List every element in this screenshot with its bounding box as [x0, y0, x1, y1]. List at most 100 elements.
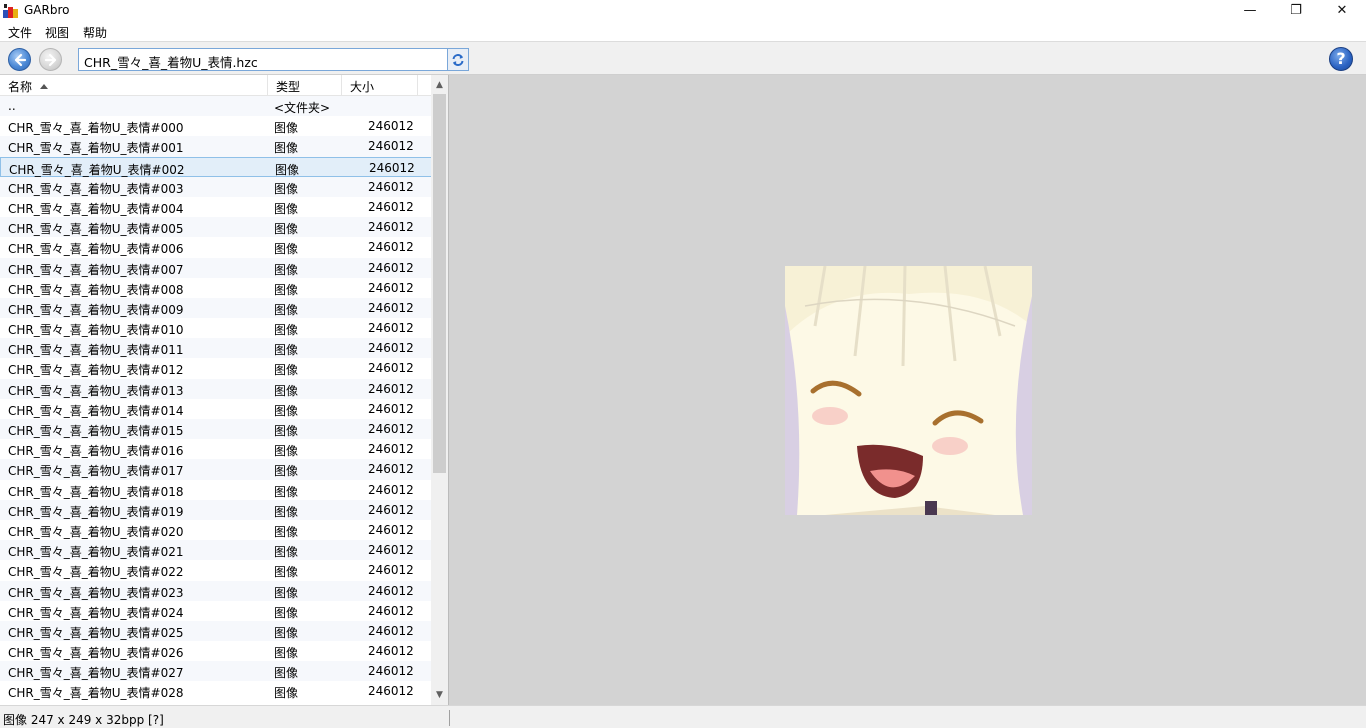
list-header: 名称 类型 大小	[0, 75, 432, 96]
row-size: 246012	[368, 603, 414, 618]
table-row[interactable]: CHR_雪々_喜_着物U_表情#011 图像 246012	[0, 338, 432, 359]
table-row[interactable]: CHR_雪々_喜_着物U_表情#016 图像 246012	[0, 439, 432, 459]
table-row[interactable]: CHR_雪々_喜_着物U_表情#009 图像 246012	[0, 297, 432, 319]
row-type: 图像	[274, 323, 299, 338]
menu-view[interactable]: 视图	[45, 24, 69, 41]
table-row[interactable]: CHR_雪々_喜_着物U_表情#005 图像 246012	[0, 217, 432, 238]
table-row[interactable]: CHR_雪々_喜_着物U_表情#010 图像 246012	[0, 318, 432, 338]
row-type: 图像	[274, 565, 299, 580]
table-row[interactable]: CHR_雪々_喜_着物U_表情#028 图像 246012	[0, 681, 432, 701]
column-header-name[interactable]: 名称	[0, 75, 268, 96]
row-type: 图像	[274, 424, 299, 438]
row-type: 图像	[274, 343, 299, 358]
window-title: GARbro	[24, 3, 70, 17]
table-row[interactable]: CHR_雪々_喜_着物U_表情#003 图像 246012	[0, 176, 432, 197]
help-button[interactable]: ?	[1329, 47, 1353, 71]
table-row[interactable]: CHR_雪々_喜_着物U_表情#020 图像 246012	[0, 520, 432, 540]
table-row[interactable]: CHR_雪々_喜_着物U_表情#000 图像 246012	[0, 116, 432, 136]
row-size: 246012	[368, 462, 414, 477]
row-name: CHR_雪々_喜_着物U_表情#004	[8, 201, 184, 216]
row-size: 246012	[368, 522, 414, 537]
row-size: 246012	[368, 623, 414, 638]
sort-ascending-icon	[40, 84, 49, 89]
row-name: CHR_雪々_喜_着物U_表情#015	[8, 424, 184, 438]
row-name: CHR_雪々_喜_着物U_表情#010	[8, 323, 184, 338]
file-list: 名称 类型 大小 .. <文件夹> CHR_雪々_喜_着物U_表情#000 图像 2…	[0, 75, 448, 705]
refresh-button[interactable]	[447, 48, 469, 71]
row-name: CHR_雪々_喜_着物U_表情#014	[8, 403, 184, 418]
menu-file[interactable]: 文件	[8, 24, 32, 41]
row-size: 246012	[368, 240, 414, 255]
scrollbar-thumb[interactable]	[433, 94, 446, 473]
table-row[interactable]: CHR_雪々_喜_着物U_表情#019 图像 246012	[0, 499, 432, 520]
row-type: 图像	[274, 181, 299, 196]
row-type: 图像	[274, 222, 299, 237]
table-row[interactable]: CHR_雪々_喜_着物U_表情#008 图像 246012	[0, 278, 432, 298]
path-input[interactable]: CHR_雪々_喜_着物U_表情.hzc	[78, 48, 448, 71]
table-row[interactable]: CHR_雪々_喜_着物U_表情#013 图像 246012	[0, 378, 432, 399]
row-type: 图像	[274, 403, 299, 418]
vertical-scrollbar[interactable]: ▲ ▼	[431, 75, 448, 705]
table-row[interactable]: CHR_雪々_喜_着物U_表情#023 图像 246012	[0, 580, 432, 601]
column-header-size[interactable]: 大小	[342, 75, 418, 96]
forward-button[interactable]	[39, 48, 62, 71]
row-size: 246012	[368, 502, 414, 517]
back-button[interactable]	[8, 48, 31, 71]
row-name: CHR_雪々_喜_着物U_表情#008	[8, 282, 184, 297]
row-type: 图像	[274, 504, 299, 519]
table-row[interactable]: CHR_雪々_喜_着物U_表情#004 图像 246012	[0, 197, 432, 217]
row-type: 图像	[275, 162, 300, 177]
minimize-button[interactable]: —	[1227, 0, 1273, 22]
garbro-app-icon	[3, 4, 18, 18]
table-row[interactable]: CHR_雪々_喜_着物U_表情#026 图像 246012	[0, 641, 432, 661]
table-row[interactable]: CHR_雪々_喜_着物U_表情#012 图像 246012	[0, 358, 432, 378]
menu-help[interactable]: 帮助	[83, 24, 107, 41]
table-row[interactable]: CHR_雪々_喜_着物U_表情#007 图像 246012	[0, 257, 432, 278]
row-type: 图像	[274, 262, 299, 277]
row-size: 246012	[368, 644, 414, 659]
status-separator	[449, 710, 450, 726]
row-name: CHR_雪々_喜_着物U_表情#011	[8, 343, 184, 358]
row-size: 246012	[368, 321, 414, 336]
row-type: 图像	[274, 524, 299, 539]
row-name: CHR_雪々_喜_着物U_表情#009	[8, 302, 184, 317]
table-row[interactable]: CHR_雪々_喜_着物U_表情#015 图像 246012	[0, 419, 432, 440]
row-type: 图像	[274, 464, 299, 479]
preview-image	[785, 266, 1032, 515]
table-row[interactable]: CHR_雪々_喜_着物U_表情#027 图像 246012	[0, 661, 432, 682]
maximize-button[interactable]: ❐	[1273, 0, 1319, 22]
table-row[interactable]: CHR_雪々_喜_着物U_表情#017 图像 246012	[0, 459, 432, 480]
table-row[interactable]: CHR_雪々_喜_着物U_表情#002 图像 246012	[0, 156, 432, 177]
row-name: CHR_雪々_喜_着物U_表情#005	[8, 222, 184, 237]
row-size: 246012	[368, 664, 414, 679]
scroll-up-icon[interactable]: ▲	[431, 77, 448, 94]
table-row[interactable]: CHR_雪々_喜_着物U_表情#022 图像 246012	[0, 560, 432, 580]
table-row[interactable]: CHR_雪々_喜_着物U_表情#025 图像 246012	[0, 620, 432, 642]
arrow-right-icon	[44, 53, 57, 67]
row-size: 246012	[368, 543, 414, 558]
row-name: CHR_雪々_喜_着物U_表情#000	[8, 121, 184, 136]
close-button[interactable]: ✕	[1319, 0, 1365, 22]
table-row[interactable]: CHR_雪々_喜_着物U_表情#018 图像 246012	[0, 480, 432, 500]
parent-folder-row[interactable]: .. <文件夹>	[0, 96, 432, 117]
table-row[interactable]: CHR_雪々_喜_着物U_表情#014 图像 246012	[0, 399, 432, 419]
row-name: CHR_雪々_喜_着物U_表情#001	[8, 141, 184, 156]
row-size: 246012	[368, 563, 414, 578]
row-type: 图像	[274, 484, 299, 499]
row-name: CHR_雪々_喜_着物U_表情#021	[8, 545, 184, 560]
arrow-left-icon	[14, 53, 27, 67]
scroll-down-icon[interactable]: ▼	[431, 687, 448, 704]
column-header-type[interactable]: 类型	[268, 75, 342, 96]
table-row[interactable]: CHR_雪々_喜_着物U_表情#001 图像 246012	[0, 136, 432, 157]
row-type: <文件夹>	[274, 101, 331, 115]
row-type: 图像	[274, 141, 299, 156]
row-type: 图像	[274, 201, 299, 216]
table-row[interactable]: CHR_雪々_喜_着物U_表情#021 图像 246012	[0, 540, 432, 561]
table-row[interactable]: CHR_雪々_喜_着物U_表情#006 图像 246012	[0, 237, 432, 257]
table-row[interactable]: CHR_雪々_喜_着物U_表情#024 图像 246012	[0, 601, 432, 621]
status-text: 图像 247 x 249 x 32bpp [?]	[3, 713, 164, 727]
row-name: CHR_雪々_喜_着物U_表情#016	[8, 444, 184, 459]
row-size: 246012	[368, 199, 414, 214]
refresh-icon	[452, 54, 464, 66]
row-size: 246012	[368, 220, 414, 235]
